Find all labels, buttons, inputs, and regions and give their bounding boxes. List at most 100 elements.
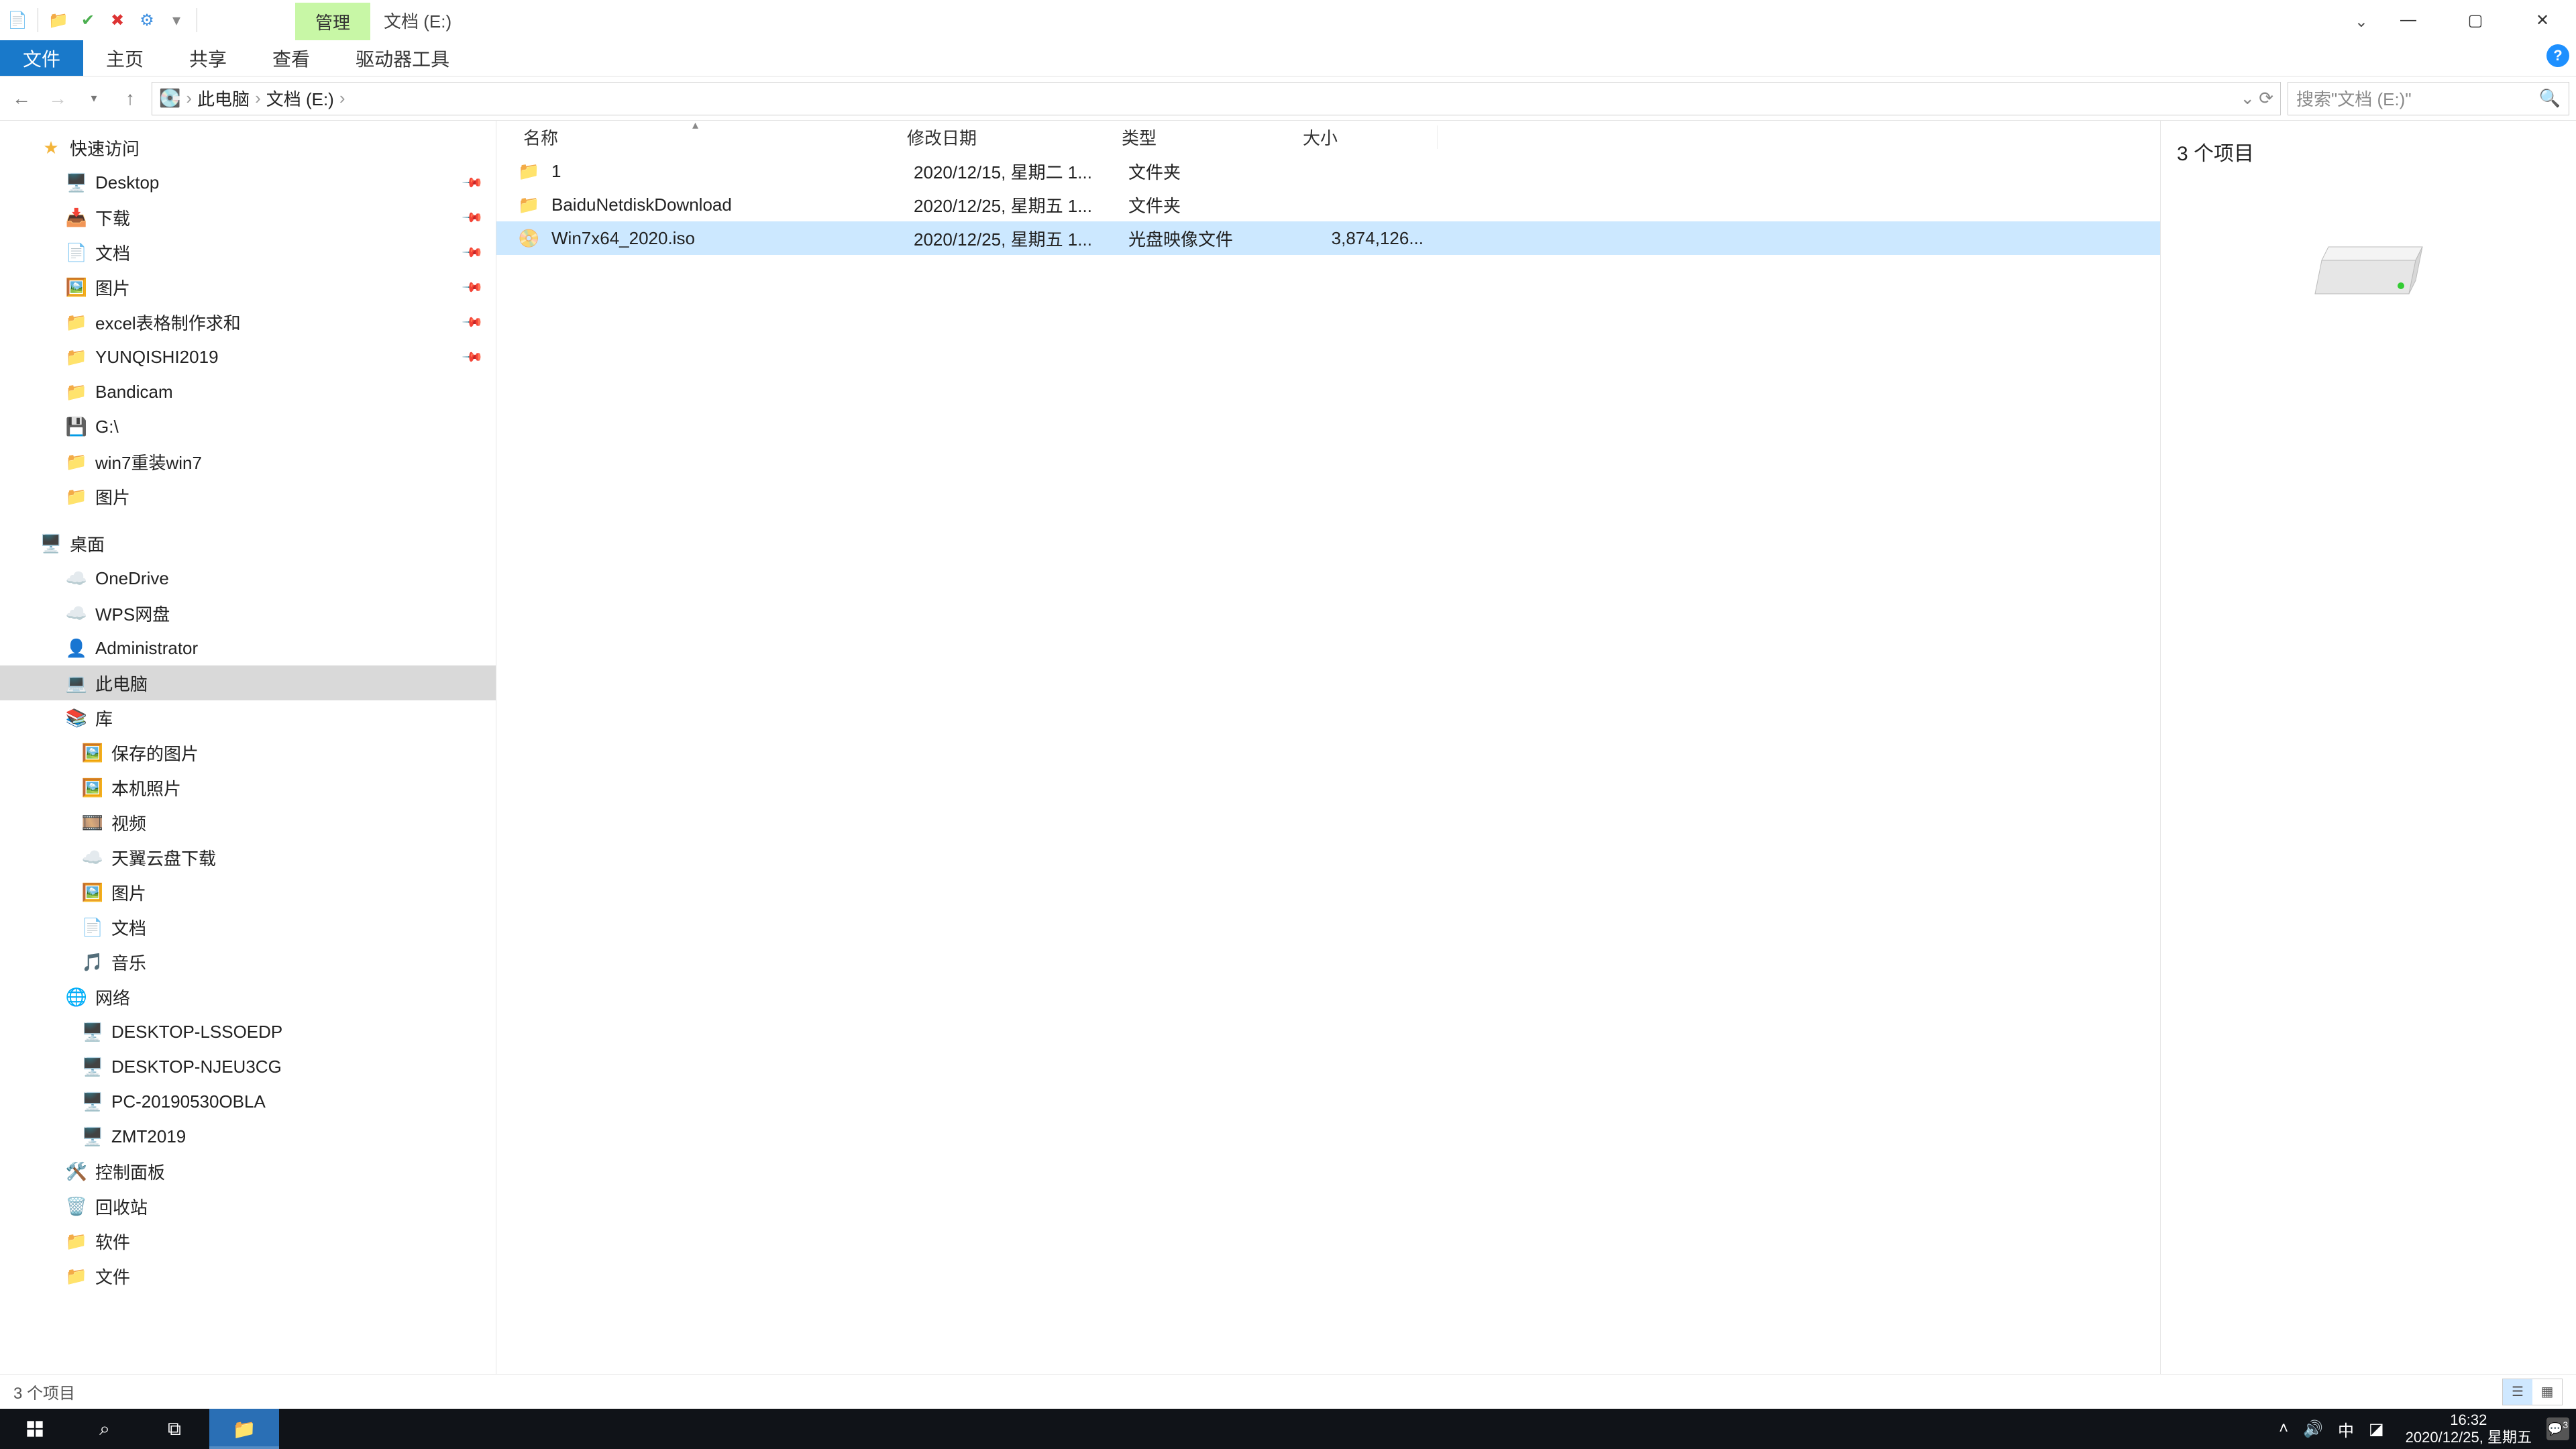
tray-ime-icon[interactable]: 中 bbox=[2338, 1417, 2354, 1441]
folder-icon: 📁 bbox=[64, 1231, 89, 1252]
tree-item-label: Bandicam bbox=[95, 382, 173, 402]
nav-up-button[interactable]: ↑ bbox=[115, 84, 145, 113]
tree-network-item[interactable]: 🖥️DESKTOP-LSSOEDP bbox=[0, 1014, 496, 1049]
tree-network[interactable]: 🌐 网络 bbox=[0, 979, 496, 1014]
tree-qa-item[interactable]: 🖼️图片📌 bbox=[0, 270, 496, 305]
tree-qa-item[interactable]: 📁YUNQISHI2019📌 bbox=[0, 339, 496, 374]
context-tab-manage[interactable]: 管理 bbox=[295, 3, 370, 40]
tree-item-label: DESKTOP-NJEU3CG bbox=[111, 1057, 282, 1077]
cell-date: 2020/12/15, 星期二 1... bbox=[914, 159, 1128, 184]
tree-recycle[interactable]: 🗑️ 回收站 bbox=[0, 1189, 496, 1224]
tree-item-label: Administrator bbox=[95, 638, 198, 659]
cell-type: 文件夹 bbox=[1128, 159, 1309, 184]
tree-qa-item[interactable]: 📄文档📌 bbox=[0, 235, 496, 270]
qat-gear-icon[interactable]: ⚙ bbox=[133, 7, 160, 34]
tree-desktop-item[interactable]: ☁️WPS网盘 bbox=[0, 596, 496, 631]
taskbar-explorer-button[interactable]: 📁 bbox=[209, 1409, 279, 1449]
tree-software[interactable]: 📁 软件 bbox=[0, 1224, 496, 1258]
tree-library-item[interactable]: 📄文档 bbox=[0, 910, 496, 945]
column-header-name[interactable]: 名称▴ bbox=[518, 121, 907, 154]
tab-file[interactable]: 文件 bbox=[0, 40, 83, 76]
tree-qa-item[interactable]: 📁win7重装win7 bbox=[0, 444, 496, 479]
tree-desktop-item[interactable]: 📚库 bbox=[0, 700, 496, 735]
file-row[interactable]: 📀Win7x64_2020.iso2020/12/25, 星期五 1...光盘映… bbox=[496, 221, 2160, 255]
file-row[interactable]: 📁12020/12/15, 星期二 1...文件夹 bbox=[496, 154, 2160, 188]
nav-forward-button[interactable]: → bbox=[43, 84, 72, 113]
breadcrumb-root[interactable]: 此电脑 bbox=[197, 86, 250, 111]
tree-network-item[interactable]: 🖥️PC-20190530OBLA bbox=[0, 1084, 496, 1119]
navigation-tree[interactable]: ★ 快速访问 🖥️Desktop📌📥下载📌📄文档📌🖼️图片📌📁excel表格制作… bbox=[0, 121, 496, 1374]
nav-back-button[interactable]: ← bbox=[7, 84, 36, 113]
addr-dropdown-icon[interactable]: ⌄ bbox=[2240, 88, 2255, 109]
minimize-button[interactable]: — bbox=[2375, 0, 2442, 40]
qat-folder-icon[interactable]: 📁 bbox=[45, 7, 72, 34]
column-header-type[interactable]: 类型 bbox=[1122, 121, 1303, 154]
tab-drive-tools[interactable]: 驱动器工具 bbox=[333, 40, 472, 76]
view-icons-button[interactable]: ▦ bbox=[2532, 1379, 2562, 1405]
tree-files[interactable]: 📁 文件 bbox=[0, 1258, 496, 1293]
tree-library-item[interactable]: ☁️天翼云盘下载 bbox=[0, 840, 496, 875]
tree-item-label: YUNQISHI2019 bbox=[95, 347, 219, 368]
breadcrumb-location[interactable]: 文档 (E:) bbox=[266, 86, 334, 111]
tree-quick-access[interactable]: ★ 快速访问 bbox=[0, 130, 496, 165]
tree-control-panel[interactable]: 🛠️ 控制面板 bbox=[0, 1154, 496, 1189]
help-icon[interactable]: ? bbox=[2546, 44, 2569, 67]
recycle-icon: 🗑️ bbox=[64, 1196, 89, 1217]
refresh-icon[interactable]: ⟳ bbox=[2259, 88, 2273, 109]
tree-desktop-item[interactable]: 👤Administrator bbox=[0, 631, 496, 665]
tree-qa-item[interactable]: 📁Bandicam bbox=[0, 374, 496, 409]
tray-volume-icon[interactable]: 🔊 bbox=[2303, 1419, 2323, 1439]
tree-item-icon: 🖼️ bbox=[80, 882, 105, 903]
tree-desktop-item[interactable]: 💻此电脑 bbox=[0, 665, 496, 700]
tab-home[interactable]: 主页 bbox=[83, 40, 166, 76]
taskbar-taskview-button[interactable]: ⧉ bbox=[140, 1409, 209, 1449]
tree-qa-item[interactable]: 📁图片 bbox=[0, 479, 496, 514]
tray-clock[interactable]: 16:32 2020/12/25, 星期五 bbox=[2406, 1411, 2532, 1446]
tree-desktop[interactable]: 🖥️ 桌面 bbox=[0, 526, 496, 561]
ribbon-minimize-icon[interactable]: ⌄ bbox=[2355, 12, 2368, 32]
tree-network-item[interactable]: 🖥️ZMT2019 bbox=[0, 1119, 496, 1154]
taskbar-search-button[interactable]: ⌕ bbox=[70, 1409, 140, 1449]
qat-check-icon[interactable]: ✔ bbox=[74, 7, 101, 34]
nav-recent-dropdown[interactable]: ▾ bbox=[79, 84, 109, 113]
column-header-size[interactable]: 大小 bbox=[1303, 121, 1437, 154]
tree-item-label: G:\ bbox=[95, 417, 119, 437]
tree-library-item[interactable]: 🎵音乐 bbox=[0, 945, 496, 979]
qat-close-icon[interactable]: ✖ bbox=[104, 7, 131, 34]
tree-item-icon: 📥 bbox=[64, 207, 89, 228]
computer-icon: 🖥️ bbox=[80, 1022, 105, 1042]
tree-label: 文件 bbox=[95, 1264, 130, 1289]
tree-library-item[interactable]: 🎞️视频 bbox=[0, 805, 496, 840]
view-details-button[interactable]: ☰ bbox=[2503, 1379, 2532, 1405]
tree-qa-item[interactable]: 🖥️Desktop📌 bbox=[0, 165, 496, 200]
tab-view[interactable]: 查看 bbox=[250, 40, 333, 76]
tab-share[interactable]: 共享 bbox=[166, 40, 250, 76]
start-button[interactable] bbox=[0, 1409, 70, 1449]
tree-qa-item[interactable]: 📁excel表格制作求和📌 bbox=[0, 305, 496, 339]
tree-library-item[interactable]: 🖼️本机照片 bbox=[0, 770, 496, 805]
file-row[interactable]: 📁BaiduNetdiskDownload2020/12/25, 星期五 1..… bbox=[496, 188, 2160, 221]
search-icon[interactable]: 🔍 bbox=[2539, 88, 2561, 109]
tree-qa-item[interactable]: 📥下载📌 bbox=[0, 200, 496, 235]
column-header-date[interactable]: 修改日期 bbox=[907, 121, 1122, 154]
tree-desktop-item[interactable]: ☁️OneDrive bbox=[0, 561, 496, 596]
pin-icon: 📌 bbox=[461, 310, 484, 333]
cell-name: 1 bbox=[546, 161, 914, 182]
pin-icon: 📌 bbox=[461, 170, 484, 194]
tray-notifications-icon[interactable]: 💬3 bbox=[2546, 1417, 2569, 1440]
tree-library-item[interactable]: 🖼️保存的图片 bbox=[0, 735, 496, 770]
pin-icon: 📌 bbox=[461, 275, 484, 299]
close-button[interactable]: ✕ bbox=[2509, 0, 2576, 40]
tree-network-item[interactable]: 🖥️DESKTOP-NJEU3CG bbox=[0, 1049, 496, 1084]
qat-dropdown-icon[interactable]: ▾ bbox=[163, 7, 190, 34]
tray-app-icon[interactable]: ◪ bbox=[2369, 1419, 2384, 1439]
maximize-button[interactable]: ▢ bbox=[2442, 0, 2509, 40]
address-bar[interactable]: 💽 › 此电脑 › 文档 (E:) › ⌄ ⟳ bbox=[152, 82, 2281, 115]
tree-item-label: excel表格制作求和 bbox=[95, 310, 241, 335]
cell-name: BaiduNetdiskDownload bbox=[546, 195, 914, 215]
tray-overflow-icon[interactable]: ˄ bbox=[2279, 1419, 2288, 1438]
tree-library-item[interactable]: 🖼️图片 bbox=[0, 875, 496, 910]
tree-qa-item[interactable]: 💾G:\ bbox=[0, 409, 496, 444]
search-input[interactable]: 搜索"文档 (E:)" 🔍 bbox=[2288, 82, 2569, 115]
tree-label: 桌面 bbox=[70, 531, 105, 556]
